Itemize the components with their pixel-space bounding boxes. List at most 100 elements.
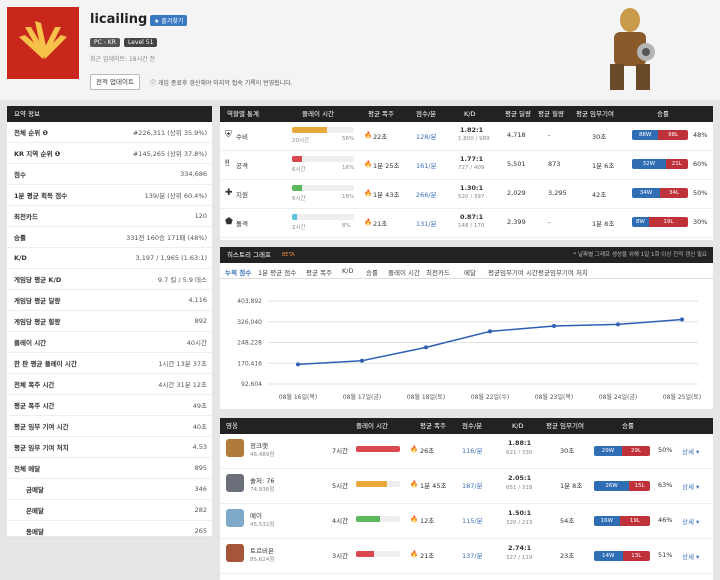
hero-playtime-bar-fill — [356, 446, 400, 452]
hero-score-per-min: 187/분 — [462, 482, 483, 490]
history-tab[interactable]: 최전카드 — [426, 267, 450, 277]
hero-detail-link[interactable]: 상세 ▾ — [682, 481, 699, 491]
summary-label: 점수 — [14, 171, 26, 179]
hero-row[interactable]: 메이 45,532점 4시간 🔥 12초 115/분 1.50:1 320 / 213 54초 1… — [220, 504, 713, 539]
role-kd: 1.82:1 — [460, 126, 484, 134]
summary-row: 승률 331전 160승 171패 (48%) — [7, 227, 212, 248]
summary-value: 4,116 — [188, 296, 207, 304]
x-tick-label: 08월 22일(수) — [471, 393, 509, 401]
data-point[interactable] — [680, 317, 684, 322]
hero-score: 45,532점 — [250, 522, 275, 528]
history-tabs: 누적 점수 1분 평균 점수 평균 폭주 K/D 승률 플레이 시간 최전카드 메달 평균임무기… — [220, 263, 713, 279]
hero-portrait-icon — [598, 2, 662, 98]
role-kd-detail: 148 / 170 — [458, 223, 485, 229]
history-tab[interactable]: 1분 평균 점수 — [258, 267, 296, 277]
hero-onfire: 21초 — [420, 552, 435, 560]
hero-kd: 2.74:1 — [508, 544, 532, 552]
role-heal: 3,295 — [548, 189, 567, 197]
role-row[interactable]: ⛨ 수비 20시간 56% 🔥 22초 128/분 1.82:1 1,800 / 989 4,71… — [220, 122, 713, 151]
summary-label: 금메달 — [26, 486, 44, 494]
data-point[interactable] — [488, 329, 492, 334]
hero-kd-detail: 320 / 213 — [506, 520, 533, 526]
summary-panel: 요약 정보 전체 순위 ❶ #226,311 (상위 35.9%) KR 지역 순위… — [7, 106, 212, 542]
summary-row: 전체 순위 ❶ #226,311 (상위 35.9%) — [7, 122, 212, 143]
hero-score: 46,489점 — [250, 452, 275, 458]
summary-row: 평균 임무 기여 시간 40초 — [7, 416, 212, 437]
fire-icon: 🔥 — [410, 550, 419, 558]
role-name: 공격 — [236, 162, 248, 170]
hero-detail-link[interactable]: 상세 ▾ — [682, 551, 699, 561]
summary-label: 게임당 평균 딜량 — [14, 297, 61, 305]
hero-row[interactable]: 정크랫 46,489점 7시간 🔥 26초 116/분 1.88:1 621 / 330 30초… — [220, 434, 713, 469]
data-point[interactable] — [424, 345, 428, 350]
history-tab[interactable]: 평균임무기여 처치 — [538, 267, 588, 277]
summary-value: 49초 — [192, 402, 207, 410]
history-tab[interactable]: 메달 — [464, 267, 476, 277]
hero-detail-link[interactable]: 상세 ▾ — [682, 446, 699, 456]
data-point[interactable] — [552, 324, 556, 329]
fire-icon: 🔥 — [410, 515, 419, 523]
role-damage: 4,718 — [507, 131, 526, 139]
series-line — [297, 318, 683, 366]
playtime-bar — [292, 127, 354, 133]
hero-row[interactable]: 솔저: 76 74,936점 5시간 🔥 1분 45초 187/분 2.05:1 651 / … — [220, 469, 713, 504]
y-tick-label: 403,892 — [237, 298, 262, 305]
summary-label: 전체 폭주 시간 — [14, 381, 55, 389]
role-row[interactable]: ✚ 지원 6시간 16% 🔥 1분 43초 266/분 1.30:1 520 / 397 2,02… — [220, 180, 713, 209]
role-time: 6시간 — [292, 196, 306, 202]
role-time-pct: 16% — [342, 194, 355, 200]
summary-row: KR 지역 순위 ❶ #145,265 (상위 37.8%) — [7, 143, 212, 164]
role-objective: 30초 — [592, 133, 607, 141]
role-column-header: 평균 힐량 — [538, 110, 564, 118]
wins: 16W — [594, 516, 620, 526]
hero-row[interactable]: 토르비욘 85,624점 3시간 🔥 21초 137/분 2.74:1 327 / 119 23… — [220, 539, 713, 574]
summary-value: 265 — [194, 527, 207, 535]
losses: 19L — [648, 217, 688, 227]
summary-value: 331전 160승 171패 (48%) — [126, 234, 207, 242]
data-point[interactable] — [296, 362, 300, 367]
role-name: 돌격 — [236, 220, 248, 228]
hero-playtime-bar — [356, 446, 400, 452]
hero-kd-detail: 327 / 119 — [506, 555, 533, 561]
win-loss-bar: 88W 98L — [632, 130, 688, 140]
history-tab[interactable]: 플레이 시간 — [388, 267, 420, 277]
role-row[interactable]: ⬟ 돌격 2시간 8% 🔥 21초 131/분 0.87:1 148 / 170 2,399 - 1분… — [220, 209, 713, 238]
history-tab[interactable]: 평균임무기여 시간 — [488, 267, 538, 277]
losses: 15L — [629, 481, 650, 491]
playtime-bar-fill — [292, 156, 302, 162]
history-tab[interactable]: 승률 — [366, 267, 378, 277]
hero-detail-link[interactable]: 상세 ▾ — [682, 516, 699, 526]
role-damage: 2,399 — [507, 218, 526, 226]
summary-row: 전체 폭주 시간 4시간 31분 12초 — [7, 374, 212, 395]
hero-score-per-min: 137/분 — [462, 552, 483, 560]
summary-row: 은메달 282 — [7, 500, 212, 521]
history-header: 히스토리 그래프 BETA * 날짜별 그래프 생성을 위해 1일 1회 이상 … — [220, 247, 713, 263]
hero-avatar — [226, 439, 244, 457]
history-tab[interactable]: 평균 폭주 — [306, 267, 332, 277]
hero-column-header: 승률 — [622, 422, 634, 430]
role-kd-detail: 727 / 409 — [458, 165, 485, 171]
summary-row: 한 판 평균 플레이 시간 1시간 13분 37초 — [7, 353, 212, 374]
role-time: 2시간 — [292, 225, 306, 231]
update-record-button[interactable]: 전적 업데이트 — [90, 74, 140, 90]
role-win-rate: 48% — [693, 131, 708, 139]
role-name: 수비 — [236, 133, 248, 141]
role-kd: 1.30:1 — [460, 184, 484, 192]
role-row[interactable]: ‼ 공격 6시간 16% 🔥 1분 25초 161/분 1.77:1 727 / 409 5,50… — [220, 151, 713, 180]
favorite-button[interactable]: ★ 즐겨찾기 — [150, 15, 188, 26]
summary-value: 40초 — [192, 423, 207, 431]
summary-row: 게임당 평균 힐량 892 — [7, 311, 212, 332]
fire-icon: 🔥 — [364, 160, 373, 168]
history-tab[interactable]: K/D — [342, 267, 353, 275]
data-point[interactable] — [616, 322, 620, 327]
data-point[interactable] — [360, 358, 364, 363]
win-loss-bar: 32W 21L — [632, 159, 688, 169]
x-tick-label: 08월 25일(토) — [663, 393, 701, 401]
summary-value: 282 — [194, 506, 207, 514]
history-tab[interactable]: 누적 점수 — [225, 267, 251, 277]
summary-label: 1분 평균 획득 점수 — [14, 192, 68, 200]
y-tick-label: 326,040 — [237, 319, 262, 326]
role-column-header: 평균 딜량 — [505, 110, 531, 118]
playtime-bar-fill — [292, 185, 302, 191]
losses: 19L — [619, 516, 650, 526]
